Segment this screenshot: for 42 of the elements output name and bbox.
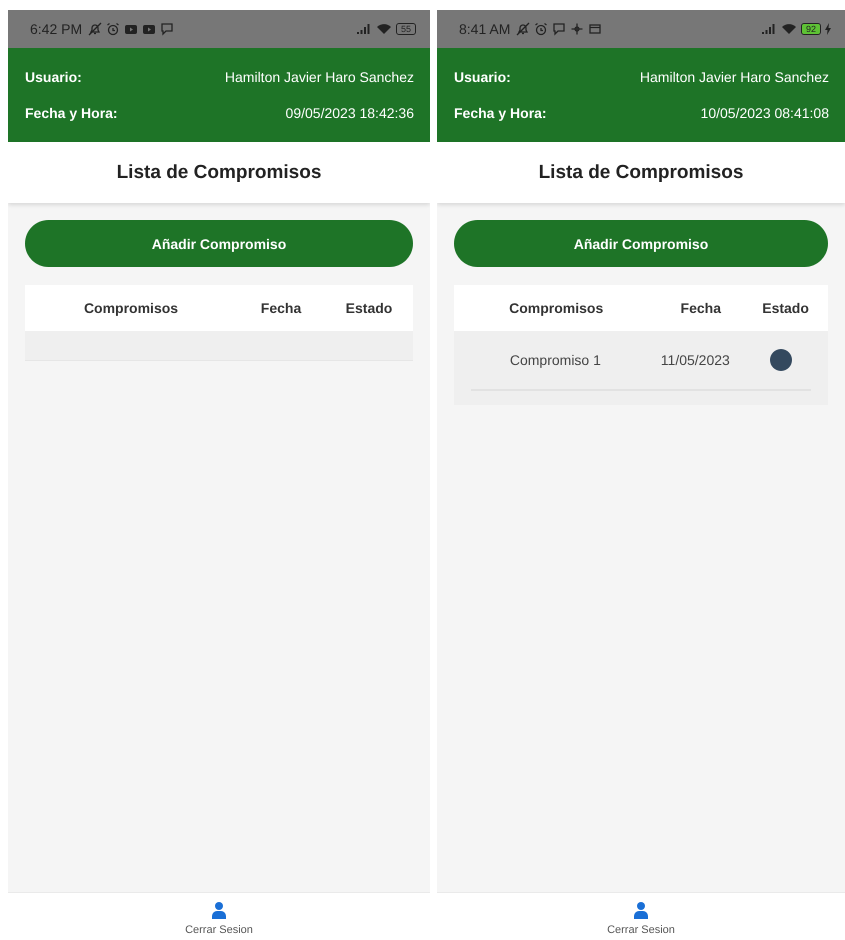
date-time-label: Fecha y Hora:: [25, 105, 118, 121]
table-cell-text: Compromiso 1: [508, 352, 602, 368]
play-icon: [142, 22, 156, 36]
add-commitment-button[interactable]: Añadir Compromiso: [454, 220, 828, 267]
column-header: Estado: [761, 300, 810, 316]
wifi-icon: [780, 23, 797, 35]
status-time: 6:42 PM: [30, 21, 82, 37]
status-time: 8:41 AM: [459, 21, 510, 37]
page-title: Lista de Compromisos: [116, 162, 322, 184]
signal-icon: [760, 23, 777, 35]
logout-tab[interactable]: Cerrar Sesion: [607, 893, 675, 940]
charging-icon: [825, 23, 831, 35]
column-header: Compromisos: [508, 300, 604, 316]
page-title: Lista de Compromisos: [538, 162, 744, 184]
column-header: Estado: [344, 300, 394, 316]
logout-tab[interactable]: Cerrar Sesion: [185, 893, 253, 940]
bell-off-icon: [88, 22, 102, 36]
date-time-value: 10/05/2023 08:41:08: [700, 105, 829, 121]
battery-indicator: 55: [396, 23, 416, 35]
alarm-icon: [534, 22, 548, 36]
column-header: Compromisos: [82, 300, 180, 316]
column-header: Fecha: [260, 300, 302, 316]
user-label: Usuario:: [454, 69, 511, 85]
person-icon: [210, 901, 227, 919]
battery-indicator: 92: [800, 23, 821, 35]
table-cell-text: 11/05/2023: [660, 352, 731, 368]
user-name: Hamilton Javier Haro Sanchez: [640, 69, 829, 85]
user-label: Usuario:: [25, 69, 82, 85]
wifi-icon: [376, 23, 392, 35]
play-icon: [124, 22, 138, 36]
alarm-icon: [106, 22, 120, 36]
chat-icon: [160, 22, 174, 36]
person-icon: [632, 901, 649, 919]
date-time-label: Fecha y Hora:: [454, 105, 547, 121]
date-time-value: 09/05/2023 18:42:36: [286, 105, 414, 121]
window-icon: [588, 22, 602, 36]
add-commitment-button[interactable]: Añadir Compromiso: [25, 220, 413, 267]
chat-icon: [552, 22, 566, 36]
bell-off-icon: [516, 22, 530, 36]
signal-icon: [356, 23, 372, 35]
user-name: Hamilton Javier Haro Sanchez: [224, 69, 414, 85]
column-header: Fecha: [680, 300, 722, 316]
